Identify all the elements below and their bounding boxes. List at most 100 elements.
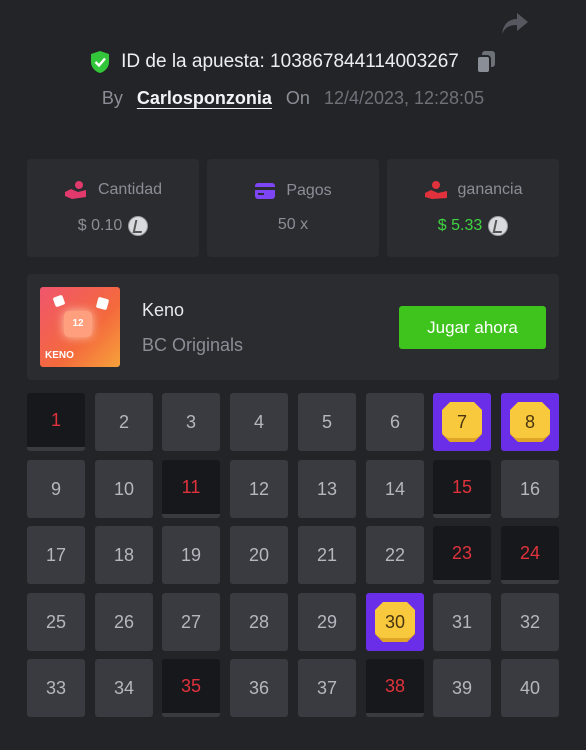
keno-cell-number: 11 xyxy=(181,476,201,497)
keno-cell-number: 1 xyxy=(50,409,61,430)
keno-cell-16: 16 xyxy=(501,460,559,518)
keno-cell-number: 4 xyxy=(253,411,264,432)
stat-payout-label: Pagos xyxy=(286,182,332,199)
keno-cell-number: 12 xyxy=(248,478,270,499)
keno-cell-number: 22 xyxy=(384,544,406,565)
thumbnail-label: KENO xyxy=(45,350,74,361)
keno-cell-28: 28 xyxy=(230,593,288,651)
game-card: 12 KENO Keno BC Originals Jugar ahora xyxy=(27,274,559,380)
keno-cell-number: 26 xyxy=(113,611,135,632)
keno-cell-11: 11 xyxy=(162,460,220,518)
keno-cell-number: 3 xyxy=(185,411,196,432)
keno-cell-number: 27 xyxy=(180,611,202,632)
keno-cell-35: 35 xyxy=(162,659,220,717)
keno-cell-27: 27 xyxy=(162,593,220,651)
share-icon[interactable] xyxy=(500,10,530,38)
keno-cell-31: 31 xyxy=(433,593,491,651)
keno-cell-24: 24 xyxy=(501,526,559,584)
stat-profit-value: $ 5.33 xyxy=(437,217,483,234)
keno-cell-21: 21 xyxy=(298,526,356,584)
bet-date: 12/4/2023, 12:28:05 xyxy=(323,88,485,108)
ltc-coin-icon xyxy=(128,216,149,236)
keno-cell-number: 31 xyxy=(451,611,473,632)
keno-cell-number: 16 xyxy=(519,478,541,499)
bet-id: ID de la apuesta: 103867844114003267 xyxy=(121,51,459,72)
stat-amount: Cantidad $ 0.10 xyxy=(27,159,199,257)
stat-profit-label: ganancia xyxy=(457,181,523,198)
keno-cell-number: 28 xyxy=(248,611,270,632)
card-icon xyxy=(255,183,276,199)
play-now-button[interactable]: Jugar ahora xyxy=(399,306,546,349)
hand-coins-icon xyxy=(64,181,86,199)
keno-cell-5: 5 xyxy=(298,393,356,451)
keno-cell-number: 17 xyxy=(45,544,67,565)
keno-cell-number: 34 xyxy=(113,677,135,698)
keno-cell-33: 33 xyxy=(27,659,85,717)
keno-cell-number: 25 xyxy=(45,611,67,632)
keno-thumbnail[interactable]: 12 KENO xyxy=(40,287,120,367)
keno-cell-number: 5 xyxy=(321,411,332,432)
keno-cell-29: 29 xyxy=(298,593,356,651)
on-label: On xyxy=(285,88,310,108)
keno-cell-number: 21 xyxy=(316,544,338,565)
keno-cell-38: 38 xyxy=(366,659,424,717)
keno-cell-number: 32 xyxy=(519,611,541,632)
keno-cell-37: 37 xyxy=(298,659,356,717)
keno-cell-36: 36 xyxy=(230,659,288,717)
keno-cell-number: 2 xyxy=(118,411,129,432)
keno-cell-number: 37 xyxy=(316,677,338,698)
keno-cell-32: 32 xyxy=(501,593,559,651)
keno-cell-3: 3 xyxy=(162,393,220,451)
keno-cell-number: 23 xyxy=(451,542,473,563)
keno-cell-4: 4 xyxy=(230,393,288,451)
keno-cell-26: 26 xyxy=(95,593,153,651)
verified-shield-icon xyxy=(91,51,110,73)
game-provider: BC Originals xyxy=(142,335,244,355)
stat-profit: ganancia $ 5.33 xyxy=(387,159,559,257)
gem-icon: 8 xyxy=(510,402,550,442)
keno-cell-number: 9 xyxy=(50,478,61,499)
keno-cell-7: 7 xyxy=(433,393,491,451)
keno-cell-14: 14 xyxy=(366,460,424,518)
keno-cell-number: 10 xyxy=(113,478,135,499)
bet-id-row: ID de la apuesta: 103867844114003267 xyxy=(0,50,586,74)
keno-cell-number: 39 xyxy=(451,677,473,698)
keno-cell-10: 10 xyxy=(95,460,153,518)
gem-icon: 30 xyxy=(375,602,415,642)
keno-cell-18: 18 xyxy=(95,526,153,584)
keno-cell-1: 1 xyxy=(27,393,85,451)
stat-payout: Pagos 50 x xyxy=(207,159,379,257)
ltc-coin-icon xyxy=(488,216,509,236)
keno-cell-9: 9 xyxy=(27,460,85,518)
keno-cell-number: 33 xyxy=(45,677,67,698)
user-hand-icon xyxy=(424,181,447,199)
keno-cell-number: 15 xyxy=(451,476,473,497)
stat-amount-value: $ 0.10 xyxy=(77,217,123,234)
keno-cell-39: 39 xyxy=(433,659,491,717)
keno-cell-15: 15 xyxy=(433,460,491,518)
bet-author-row: By Carlosponzonia On 12/4/2023, 12:28:05 xyxy=(0,88,586,109)
keno-cell-34: 34 xyxy=(95,659,153,717)
keno-cell-number: 14 xyxy=(384,478,406,499)
game-name: Keno xyxy=(142,300,185,320)
keno-cell-19: 19 xyxy=(162,526,220,584)
keno-cell-number: 38 xyxy=(384,675,406,696)
keno-cell-25: 25 xyxy=(27,593,85,651)
keno-cell-30: 30 xyxy=(366,593,424,651)
keno-cell-6: 6 xyxy=(366,393,424,451)
keno-cell-number: 40 xyxy=(519,677,541,698)
dice-icon xyxy=(95,296,110,311)
keno-cell-12: 12 xyxy=(230,460,288,518)
username-link[interactable]: Carlosponzonia xyxy=(137,88,272,109)
by-label: By xyxy=(101,88,123,108)
keno-cell-number: 18 xyxy=(113,544,135,565)
thumbnail-number: 12 xyxy=(64,311,92,337)
keno-cell-40: 40 xyxy=(501,659,559,717)
keno-cell-number: 35 xyxy=(180,675,202,696)
keno-cell-8: 8 xyxy=(501,393,559,451)
copy-icon[interactable] xyxy=(475,50,497,74)
keno-cell-number: 29 xyxy=(316,611,338,632)
keno-cell-20: 20 xyxy=(230,526,288,584)
keno-cell-17: 17 xyxy=(27,526,85,584)
keno-cell-number: 36 xyxy=(248,677,270,698)
